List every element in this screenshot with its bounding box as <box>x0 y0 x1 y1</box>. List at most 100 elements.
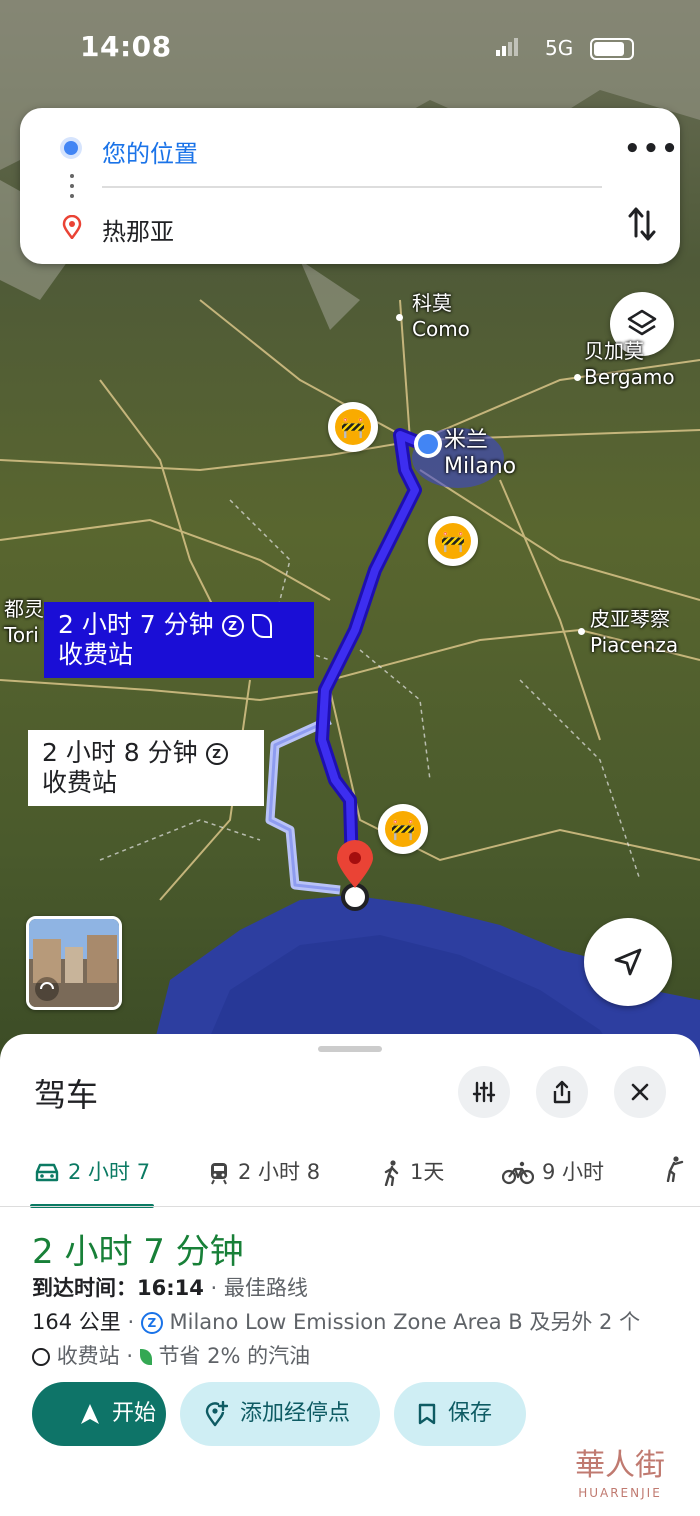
close-icon <box>631 1083 649 1101</box>
network-type: 5G <box>545 36 574 60</box>
tab-transit[interactable]: 2 小时 8 <box>208 1156 320 1186</box>
separator: · <box>127 1310 135 1334</box>
tab-driving[interactable]: 2 小时 7 <box>34 1156 150 1186</box>
watermark-en: HUARENJIE <box>578 1486 662 1500</box>
field-divider <box>102 186 602 188</box>
tab-label: 2 小时 7 <box>68 1160 151 1184</box>
distance-row: 164 公里 · Z Milano Low Emission Zone Area… <box>32 1306 640 1336</box>
city-name-en: Milano <box>444 454 517 479</box>
train-icon <box>211 1163 227 1185</box>
toll-icon <box>32 1348 50 1366</box>
city-name-en: Piacenza <box>590 633 679 657</box>
route-duration: 2 小时 7 分钟 <box>32 1232 244 1272</box>
toll-row: 收费站 · 节省 2% 的汽油 <box>32 1340 310 1370</box>
route-options-button[interactable] <box>458 1066 510 1118</box>
tab-cycling[interactable]: 9 小时 <box>501 1156 605 1186</box>
city-label-torino[interactable]: 都灵 Tori <box>4 596 44 648</box>
roadwork-marker[interactable]: 🚧 <box>378 804 428 854</box>
start-button[interactable]: 开始 <box>32 1382 166 1446</box>
tab-walking[interactable]: 1天 <box>382 1156 445 1187</box>
zone-info: Milano Low Emission Zone Area B 及另外 2 个 <box>169 1310 641 1334</box>
more-options-icon[interactable]: ••• <box>624 134 680 164</box>
watermark-cn: 華人街 <box>575 1448 665 1483</box>
route-toll: 收费站 <box>42 768 118 797</box>
route-label-primary[interactable]: 2 小时 7 分钟 Z 收费站 <box>44 602 314 678</box>
toll-label: 收费站 <box>56 1344 120 1368</box>
add-stop-button[interactable]: 添加经停点 <box>180 1382 380 1446</box>
car-icon <box>35 1163 59 1182</box>
distance: 164 公里 <box>32 1310 121 1334</box>
bookmark-icon <box>418 1403 436 1425</box>
street-view-thumbnail[interactable] <box>26 916 122 1010</box>
city-name-en: Bergamo <box>584 365 675 389</box>
tune-icon <box>472 1081 496 1103</box>
tab-label: 1天 <box>410 1160 445 1184</box>
arrival-time: 16:14 <box>137 1276 204 1300</box>
city-name-en: Tori <box>4 623 39 647</box>
arrival-row: 到达时间：16:14 · 最佳路线 <box>32 1272 308 1302</box>
tabs-divider <box>0 1206 700 1207</box>
low-emission-zone-icon: Z <box>221 615 244 637</box>
bike-icon <box>501 1161 535 1185</box>
leaf-icon <box>251 614 272 638</box>
roadwork-marker[interactable]: 🚧 <box>428 516 478 566</box>
roadwork-icon: 🚧 <box>435 523 471 559</box>
travel-mode-tabs: 2 小时 7 2 小时 8 1天 9 小时 <box>0 1138 700 1208</box>
leaf-icon <box>139 1349 152 1365</box>
watermark-logo: 華人街 HUARENJIE <box>548 1446 692 1508</box>
separator: · <box>126 1344 134 1368</box>
tab-more[interactable] <box>662 1156 694 1183</box>
arrival-label: 到达时间： <box>32 1276 137 1300</box>
walk-icon <box>384 1160 399 1187</box>
save-label: 保存 <box>448 1401 493 1426</box>
separator: · <box>210 1276 218 1300</box>
my-location-button[interactable] <box>584 918 672 1006</box>
city-label-piacenza[interactable]: 皮亚琴察 Piacenza <box>578 606 679 658</box>
route-label-alternative[interactable]: 2 小时 8 分钟 Z 收费站 <box>28 730 264 806</box>
sheet-drag-handle[interactable] <box>318 1046 382 1052</box>
low-emission-zone-icon: Z <box>140 1312 163 1334</box>
add-location-icon <box>205 1400 229 1427</box>
city-name-cn: 科莫 <box>412 291 452 315</box>
low-emission-zone-icon: Z <box>205 743 228 765</box>
best-route-label: 最佳路线 <box>223 1276 308 1300</box>
ride-icon <box>666 1156 684 1183</box>
city-label-bergamo[interactable]: 贝加莫 Bergamo <box>574 338 675 390</box>
navigation-icon <box>81 1404 99 1424</box>
close-button[interactable] <box>614 1066 666 1118</box>
city-label-como[interactable]: 科莫 Como <box>396 290 470 342</box>
roadwork-marker[interactable]: 🚧 <box>328 402 378 452</box>
origin-dot-icon <box>64 141 78 155</box>
start-label: 开始 <box>112 1401 157 1426</box>
satellite-map[interactable]: 14:08 5G 您的位置 ••• 热那亚 科莫 Como 贝加莫 Bergam… <box>0 0 700 1060</box>
destination-field[interactable]: 热那亚 <box>102 212 174 247</box>
city-name-cn: 贝加莫 <box>584 339 644 363</box>
route-time: 2 小时 8 分钟 <box>42 738 198 767</box>
sheet-title: 驾车 <box>34 1076 99 1114</box>
directions-bottom-sheet: 驾车 2 小时 7 2 小时 8 1天 9 小时 2 小时 7 分钟 到达时间：… <box>0 1034 700 1516</box>
city-label-milano[interactable]: 米兰 Milano <box>444 428 516 480</box>
origin-field[interactable]: 您的位置 <box>102 134 198 169</box>
city-name-cn: 都灵 <box>4 597 44 621</box>
roadwork-icon: 🚧 <box>385 811 421 847</box>
save-button[interactable]: 保存 <box>394 1382 526 1446</box>
directions-search-card: 您的位置 ••• 热那亚 <box>20 108 680 264</box>
city-name-en: Como <box>412 317 470 341</box>
roadwork-icon: 🚧 <box>335 409 371 445</box>
route-dots-icon <box>70 174 74 204</box>
add-stop-label: 添加经停点 <box>240 1401 351 1426</box>
tab-label: 2 小时 8 <box>238 1160 321 1184</box>
battery-icon <box>590 38 634 60</box>
layers-icon <box>627 309 657 336</box>
city-name-cn: 米兰 <box>444 428 489 453</box>
navigation-arrow-icon <box>614 948 642 976</box>
city-name-cn: 皮亚琴察 <box>590 607 670 631</box>
status-time: 14:08 <box>80 30 172 63</box>
fuel-saving: 节省 2% 的汽油 <box>158 1344 311 1368</box>
tab-label: 9 小时 <box>542 1160 605 1184</box>
route-toll: 收费站 <box>58 640 134 669</box>
route-time: 2 小时 7 分钟 <box>58 610 214 639</box>
status-bar: 14:08 5G <box>0 0 700 96</box>
share-icon <box>553 1080 571 1104</box>
share-button[interactable] <box>536 1066 588 1118</box>
